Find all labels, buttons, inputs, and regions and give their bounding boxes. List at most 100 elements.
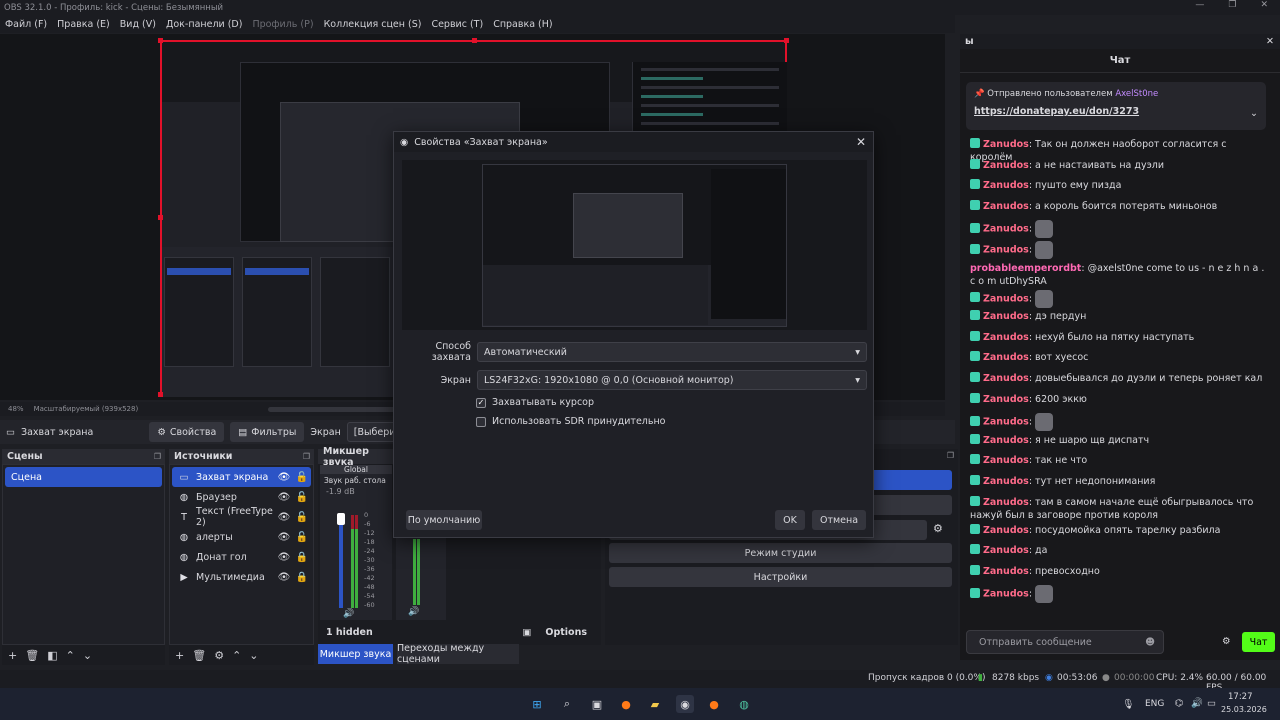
chat-username[interactable]: Zanudos: [983, 352, 1029, 363]
studio-mode-button[interactable]: Режим студии: [609, 543, 952, 563]
chat-input[interactable]: Отправить сообщение ☻: [966, 630, 1164, 654]
language-indicator[interactable]: ENG: [1145, 699, 1164, 709]
ok-button[interactable]: OK: [775, 510, 805, 530]
scene-item[interactable]: Сцена: [5, 467, 162, 487]
chat-username[interactable]: Zanudos: [983, 201, 1029, 212]
tab-scene-transitions[interactable]: Переходы между сценами: [397, 643, 519, 665]
close-window-button[interactable]: ✕: [1260, 0, 1268, 10]
move-up-icon[interactable]: ⌃: [232, 649, 241, 662]
volume-slider-handle[interactable]: [337, 513, 345, 525]
chat-username[interactable]: Zanudos: [983, 455, 1029, 466]
chat-username[interactable]: Zanudos: [983, 293, 1029, 304]
chat-username[interactable]: Zanudos: [983, 525, 1029, 536]
menu-docks[interactable]: Док-панели (D): [166, 19, 242, 30]
menu-profile[interactable]: Профиль (P): [252, 19, 313, 30]
minimize-button[interactable]: —: [1195, 0, 1204, 10]
lock-icon[interactable]: 🔒: [293, 552, 311, 563]
menu-edit[interactable]: Правка (E): [57, 19, 110, 30]
source-item[interactable]: ▶ Мультимедиа 👁 🔒: [172, 567, 311, 587]
maximize-button[interactable]: ❐: [1228, 0, 1236, 10]
eye-icon[interactable]: 👁: [275, 572, 293, 583]
task-view-icon[interactable]: ▣: [588, 695, 606, 713]
volume-icon[interactable]: 🔊: [1191, 698, 1203, 709]
defaults-button[interactable]: По умолчанию: [406, 510, 482, 530]
eye-icon[interactable]: 👁: [275, 492, 293, 503]
cancel-button[interactable]: Отмена: [812, 510, 866, 530]
float-icon[interactable]: ❐: [303, 452, 310, 461]
remove-source-icon[interactable]: 🗑: [192, 649, 206, 662]
network-icon[interactable]: ⌬: [1175, 698, 1183, 709]
firefox-icon[interactable]: ●: [617, 695, 635, 713]
source-item[interactable]: ▭ Захват экрана 👁 🔓: [172, 467, 311, 487]
chat-username[interactable]: Zanudos: [983, 180, 1029, 191]
scene-filters-icon[interactable]: ◧: [47, 649, 57, 662]
globe-icon[interactable]: ◍: [735, 695, 753, 713]
menu-file[interactable]: Файл (F): [5, 19, 47, 30]
hidden-count[interactable]: 1 hidden: [326, 627, 522, 638]
start-icon[interactable]: ⊞: [528, 695, 546, 713]
chevron-down-icon[interactable]: ⌄: [1250, 108, 1258, 119]
unlock-icon[interactable]: 🔓: [293, 512, 311, 523]
menu-scene-collection[interactable]: Коллекция сцен (S): [324, 19, 422, 30]
send-chat-button[interactable]: Чат: [1242, 632, 1275, 652]
eye-icon[interactable]: 👁: [275, 472, 293, 483]
chat-username[interactable]: Zanudos: [983, 417, 1029, 428]
mixer-menu-icon[interactable]: ▣: [522, 627, 531, 638]
add-scene-icon[interactable]: +: [8, 649, 17, 662]
chat-username[interactable]: Zanudos: [983, 589, 1029, 600]
search-icon[interactable]: ⌕: [558, 695, 576, 713]
battery-icon[interactable]: ▭: [1207, 698, 1216, 709]
eye-icon[interactable]: 👁: [275, 552, 293, 563]
speaker-icon[interactable]: 🔊: [408, 607, 419, 617]
unlock-icon[interactable]: 🔓: [293, 492, 311, 503]
lock-icon[interactable]: 🔒: [293, 572, 311, 583]
source-item[interactable]: ◍ Браузер 👁 🔓: [172, 487, 311, 507]
eye-icon[interactable]: 👁: [275, 532, 293, 543]
move-down-icon[interactable]: ⌄: [83, 649, 92, 662]
chat-username[interactable]: Zanudos: [983, 373, 1029, 384]
remove-scene-icon[interactable]: 🗑: [25, 649, 39, 662]
chat-username[interactable]: Zanudos: [983, 245, 1029, 256]
chat-username[interactable]: Zanudos: [983, 160, 1029, 171]
channel-name[interactable]: Звук раб. стола: [320, 474, 392, 487]
menu-tools[interactable]: Сервис (T): [431, 19, 483, 30]
unlock-icon[interactable]: 🔓: [293, 532, 311, 543]
chat-username[interactable]: probableemperordbt: [970, 263, 1081, 274]
chat-username[interactable]: Zanudos: [983, 566, 1029, 577]
source-item[interactable]: ◍ алерты 👁 🔓: [172, 527, 311, 547]
screen-select[interactable]: LS24F32xG: 1920x1080 @ 0,0 (Основной мон…: [477, 370, 867, 390]
float-icon[interactable]: ❐: [947, 451, 954, 460]
settings-button[interactable]: Настройки: [609, 567, 952, 587]
move-up-icon[interactable]: ⌃: [66, 649, 75, 662]
chat-username[interactable]: Zanudos: [983, 224, 1029, 235]
unlock-icon[interactable]: 🔓: [293, 472, 311, 483]
eye-icon[interactable]: 👁: [275, 512, 293, 523]
mic-icon[interactable]: 🎙: [1122, 699, 1134, 710]
pinned-link[interactable]: https://donatepay.eu/don/3273: [974, 106, 1139, 117]
chat-username[interactable]: Zanudos: [983, 139, 1029, 150]
menu-help[interactable]: Справка (H): [493, 19, 552, 30]
scale-mode[interactable]: Масштабируемый (939x528): [34, 405, 139, 413]
chat-username[interactable]: Zanudos: [983, 394, 1029, 405]
float-icon[interactable]: ❐: [154, 452, 161, 461]
add-source-icon[interactable]: +: [175, 649, 184, 662]
capture-method-select[interactable]: Автоматический ▾: [477, 342, 867, 362]
chat-username[interactable]: Zanudos: [983, 497, 1029, 508]
source-item[interactable]: ◍ Донат гол 👁 🔒: [172, 547, 311, 567]
close-icon[interactable]: ✕: [856, 135, 866, 149]
clock-time[interactable]: 17:27: [1228, 692, 1253, 702]
tab-audio-mixer[interactable]: Микшер звука: [318, 644, 393, 664]
volume-slider[interactable]: [339, 513, 343, 608]
force-sdr-checkbox[interactable]: Использовать SDR принудительно: [476, 416, 666, 427]
gear-icon[interactable]: ⚙: [1222, 636, 1231, 647]
gear-icon[interactable]: ⚙: [933, 522, 943, 535]
menu-view[interactable]: Вид (V): [120, 19, 156, 30]
source-item[interactable]: T Текст (FreeType 2) 👁 🔓: [172, 506, 311, 528]
chat-username[interactable]: Zanudos: [983, 476, 1029, 487]
obs-icon[interactable]: ◉: [676, 695, 694, 713]
folder-icon[interactable]: ▰: [646, 695, 664, 713]
emoji-icon[interactable]: ☻: [1145, 637, 1155, 648]
options-button[interactable]: Options: [545, 627, 587, 638]
chat-username[interactable]: Zanudos: [983, 311, 1029, 322]
close-icon[interactable]: ✕: [1266, 36, 1274, 47]
